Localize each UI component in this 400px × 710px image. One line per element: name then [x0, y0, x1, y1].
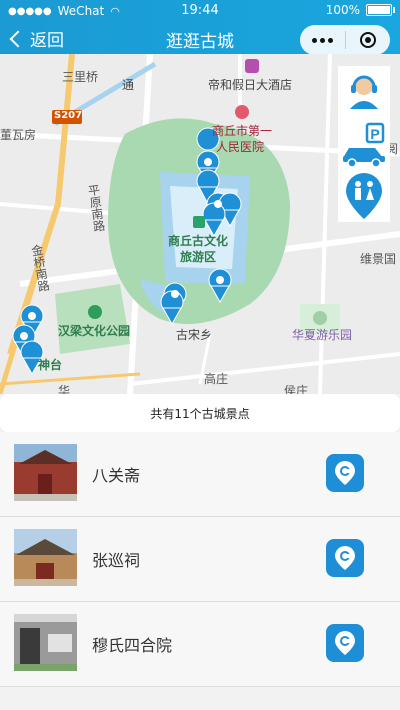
spot-count-summary: 共有11个古城景点	[0, 394, 400, 432]
location-pin-icon	[335, 631, 355, 655]
miniprogram-capsule	[300, 25, 390, 55]
location-pin-icon	[335, 461, 355, 485]
restroom-button[interactable]	[338, 170, 390, 222]
spot-name: 穆氏四合院	[92, 636, 173, 655]
locate-button[interactable]	[326, 624, 364, 662]
close-miniprogram-button[interactable]	[345, 25, 390, 55]
map-label-gaozhuang: 高庄	[204, 372, 229, 386]
map-label-dong-wa-fang: 董瓦房	[0, 128, 37, 142]
spot-name: 张巡祠	[92, 551, 141, 570]
map-label-huaxia-park: 华夏游乐园	[292, 328, 353, 342]
map-label-houzhuang: 侯庄	[284, 384, 309, 394]
locate-button[interactable]	[326, 539, 364, 577]
map-tool-column: P	[338, 66, 390, 222]
map-label-road-s207: S207	[54, 110, 83, 121]
map-label-hospital-line2: 人民医院	[216, 140, 265, 154]
customer-service-icon	[350, 75, 378, 109]
svg-text:P: P	[370, 126, 379, 142]
target-close-icon	[359, 32, 376, 48]
map-label-scenic-line1: 商丘古文化	[168, 234, 229, 248]
customer-service-button[interactable]	[338, 66, 390, 118]
map-label-hospital-line1: 商丘市第一	[212, 124, 273, 138]
spot-thumbnail	[14, 529, 77, 586]
list-item[interactable]: 穆氏四合院	[0, 602, 400, 687]
map-label-scenic-line2: 旅游区	[180, 250, 217, 264]
spot-thumbnail	[14, 444, 77, 501]
parking-car-icon: P	[343, 122, 385, 168]
map-label-weijing: 维景国	[360, 252, 397, 266]
list-item[interactable]: 八关斋	[0, 432, 400, 517]
restroom-pin-icon	[346, 173, 382, 219]
more-dots-icon	[311, 37, 333, 43]
map-label-tong: 通	[122, 78, 135, 92]
map-view[interactable]: 三里桥 通 帝和假日大酒店 S207 商丘市第一 人民医院 董瓦房 平原南路 金…	[0, 54, 400, 394]
locate-button[interactable]	[326, 454, 364, 492]
spot-name: 八关斋	[92, 466, 141, 485]
location-pin-icon	[335, 546, 355, 570]
map-label-hotel: 帝和假日大酒店	[208, 78, 293, 92]
battery-percent: 100%	[325, 3, 360, 17]
status-bar: ●●●●● WeChat ◠ 19:44 100%	[0, 0, 400, 22]
parking-button[interactable]: P	[338, 118, 390, 170]
map-label-hanliang-park: 汉梁文化公园	[58, 324, 131, 338]
map-label-hua: 华	[58, 384, 71, 394]
spot-thumbnail	[14, 614, 77, 671]
battery-icon	[366, 4, 395, 16]
list-item[interactable]: 张巡祠	[0, 517, 400, 602]
more-button[interactable]	[300, 25, 345, 55]
battery-area: 100%	[325, 3, 395, 17]
nav-bar: 返回 逛逛古城	[0, 22, 400, 55]
map-label-shentai: 神台	[38, 358, 63, 372]
spot-list: 八关斋 张巡祠 穆氏四合院	[0, 432, 400, 687]
map-label-gusong: 古宋乡	[176, 328, 213, 342]
top-bar: ●●●●● WeChat ◠ 19:44 100% 返回 逛逛古城	[0, 0, 400, 55]
map-label-sanli-bridge: 三里桥	[62, 70, 99, 84]
